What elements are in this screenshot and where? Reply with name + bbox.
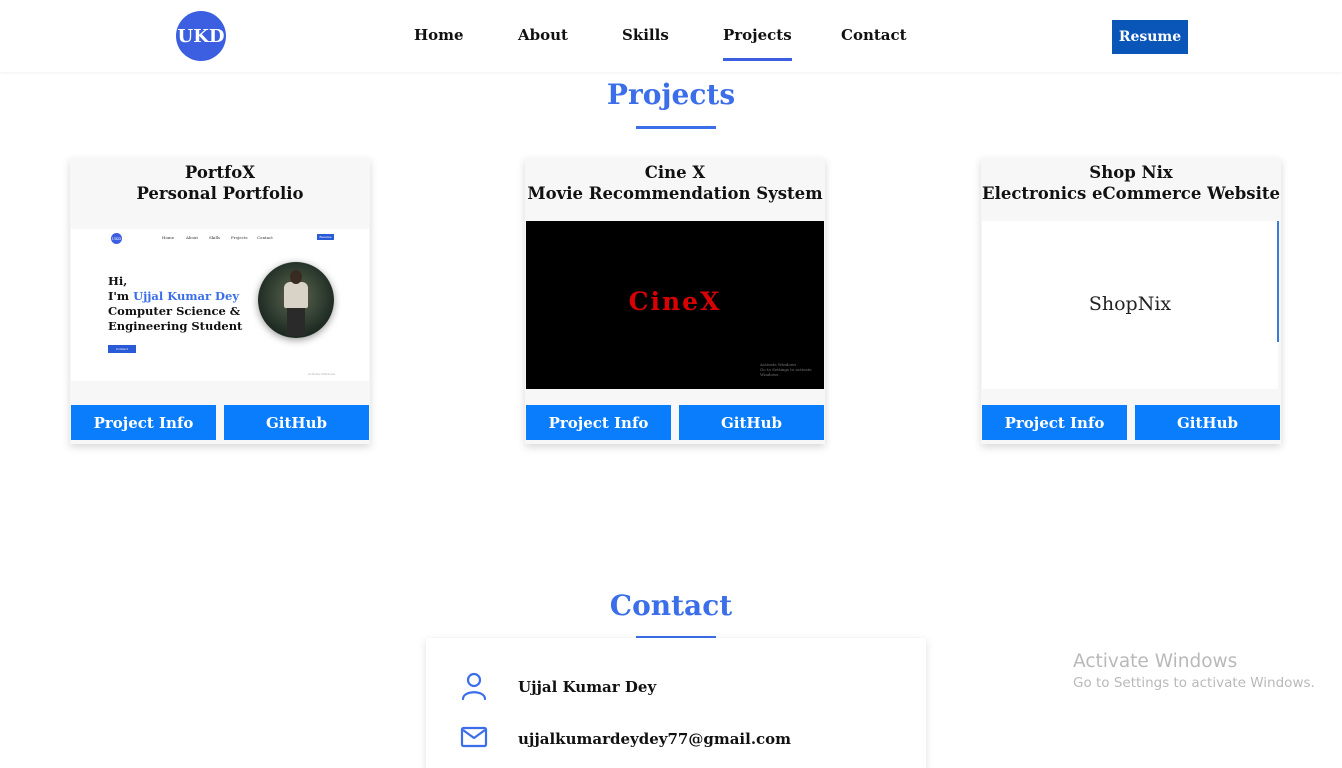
nav-home[interactable]: Home — [414, 26, 464, 44]
github-button[interactable]: GitHub — [1135, 405, 1280, 440]
project-name: PortfoX — [184, 163, 256, 182]
project-subtitle: Electronics eCommerce Website — [982, 184, 1280, 203]
preview-nav-item: Contact — [257, 235, 273, 240]
site-logo[interactable]: UKD — [176, 11, 226, 61]
shopnix-logo: ShopNix — [1088, 293, 1172, 315]
preview-hero-text: Hi, I'm Ujjal Kumar Dey Computer Science… — [108, 274, 242, 334]
project-screenshot: CineX Activate Windows Go to Settings to… — [526, 221, 824, 389]
preview-nav-item: Skills — [209, 235, 221, 240]
contact-title: Contact — [609, 589, 733, 622]
preview-watermark: Activate Windows — [308, 372, 336, 376]
preview-greeting: Hi, — [108, 274, 128, 288]
contact-name-row: Ujjal Kumar Dey — [426, 671, 926, 703]
contact-card: Ujjal Kumar Dey ujjalkumardeydey77@gmail… — [426, 638, 926, 768]
preview-nav-item: Home — [162, 235, 175, 240]
projects-title-underline — [636, 126, 716, 129]
project-info-button[interactable]: Project Info — [71, 405, 216, 440]
cinex-logo: CineX — [628, 287, 722, 316]
preview-profile-photo — [258, 262, 334, 338]
watermark-title: Activate Windows — [1073, 651, 1238, 672]
project-card-shopnix: Shop Nix Electronics eCommerce Website S… — [981, 158, 1281, 444]
preview-intro: I'm Ujjal Kumar Dey — [108, 289, 240, 303]
project-name: Cine X — [644, 163, 706, 182]
project-subtitle: Movie Recommendation System — [527, 184, 823, 203]
preview-resume: Resume — [317, 234, 334, 240]
nav-skills[interactable]: Skills — [622, 26, 669, 44]
navbar: UKD Home About Skills Projects Contact R… — [0, 0, 1342, 72]
contact-email[interactable]: ujjalkumardeydey77@gmail.com — [518, 730, 791, 748]
preview-scrollbar — [1277, 221, 1279, 342]
preview-logo: UKD — [111, 233, 122, 244]
nav-about[interactable]: About — [518, 26, 568, 44]
preview-nav-item: Projects — [231, 235, 248, 240]
preview-nav-item: About — [186, 235, 199, 240]
project-screenshot: ShopNix — [982, 221, 1278, 389]
projects-title: Projects — [606, 78, 736, 111]
nav-contact[interactable]: Contact — [841, 26, 907, 44]
github-button[interactable]: GitHub — [679, 405, 824, 440]
person-icon — [460, 671, 488, 701]
preview-contact-button: Contact — [108, 345, 136, 353]
contact-email-row: ujjalkumardeydey77@gmail.com — [426, 723, 926, 755]
project-card-title: Cine X Movie Recommendation System — [525, 162, 825, 204]
contact-name: Ujjal Kumar Dey — [518, 678, 657, 696]
project-card-title: Shop Nix Electronics eCommerce Website — [981, 162, 1281, 204]
project-name: Shop Nix — [1089, 163, 1173, 182]
activate-windows-watermark: Activate Windows Go to Settings to activ… — [1073, 651, 1315, 691]
project-card-title: PortfoX Personal Portfolio — [70, 162, 370, 204]
project-screenshot: UKD Home About Skills Projects Contact R… — [71, 229, 369, 381]
preview-watermark: Activate Windows Go to Settings to activ… — [760, 362, 812, 377]
github-button[interactable]: GitHub — [224, 405, 369, 440]
project-card-cinex: Cine X Movie Recommendation System CineX… — [525, 158, 825, 444]
mail-icon — [460, 723, 488, 753]
resume-button[interactable]: Resume — [1112, 20, 1188, 54]
nav-projects[interactable]: Projects — [723, 26, 792, 61]
project-card-portfox: PortfoX Personal Portfolio UKD Home Abou… — [70, 158, 370, 444]
preview-role-2: Engineering Student — [108, 319, 243, 333]
watermark-subtitle: Go to Settings to activate Windows. — [1073, 675, 1315, 691]
project-info-button[interactable]: Project Info — [982, 405, 1127, 440]
project-info-button[interactable]: Project Info — [526, 405, 671, 440]
preview-role-1: Computer Science & — [108, 304, 241, 318]
project-subtitle: Personal Portfolio — [136, 184, 304, 203]
